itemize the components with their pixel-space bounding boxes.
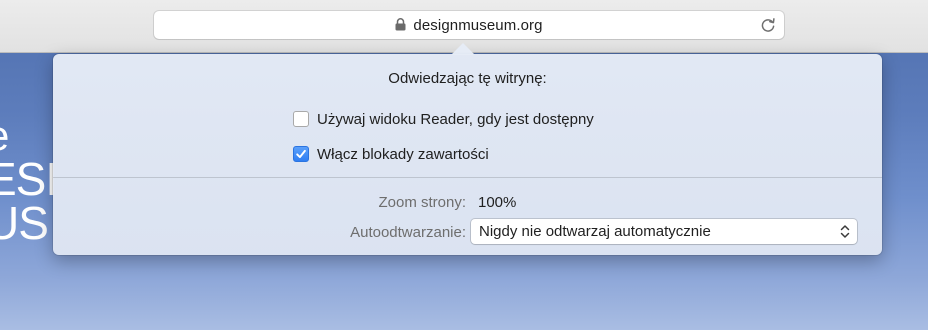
content-blockers-checkbox[interactable]	[293, 146, 309, 162]
reload-icon[interactable]	[760, 17, 776, 33]
popover-divider	[53, 177, 882, 178]
content-blockers-option[interactable]: Włącz blokady zawartości	[293, 144, 489, 164]
reader-view-checkbox[interactable]	[293, 111, 309, 127]
reader-view-label[interactable]: Używaj widoku Reader, gdy jest dostępny	[317, 111, 594, 128]
address-bar[interactable]: designmuseum.org	[154, 11, 784, 39]
url-text[interactable]: designmuseum.org	[413, 17, 542, 34]
page-zoom-label: Zoom strony:	[378, 194, 466, 211]
autoplay-label: Autoodtwarzanie:	[350, 224, 466, 241]
lock-icon[interactable]	[395, 17, 406, 31]
content-blockers-label[interactable]: Włącz blokady zawartości	[317, 146, 489, 163]
address-content: designmuseum.org	[154, 11, 784, 39]
website-settings-popover: Odwiedzając tę witrynę: Używaj widoku Re…	[53, 54, 882, 255]
reader-view-option[interactable]: Używaj widoku Reader, gdy jest dostępny	[293, 109, 594, 129]
select-arrows-icon[interactable]	[839, 223, 851, 240]
page-zoom-value: 100%	[478, 194, 517, 211]
popover-arrow	[451, 43, 475, 55]
autoplay-selected-value[interactable]: Nigdy nie odtwarzaj automatycznie	[479, 223, 711, 240]
checkmark-icon	[296, 149, 306, 159]
popover-title: Odwiedzając tę witrynę:	[388, 70, 547, 87]
browser-window: e ESI US designmuseum.org Odwiedzając tę…	[0, 0, 928, 330]
autoplay-select[interactable]: Nigdy nie odtwarzaj automatycznie	[471, 219, 857, 244]
page-heading-fragment-3: US	[0, 197, 49, 249]
